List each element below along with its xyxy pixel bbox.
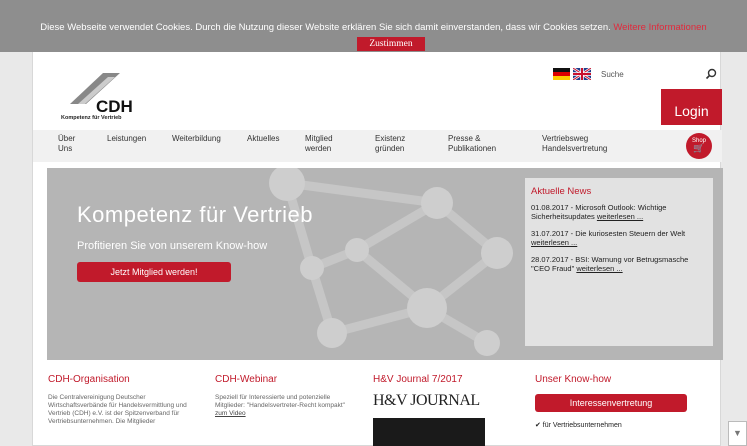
webinar-title[interactable]: CDH-Webinar (215, 374, 353, 385)
video-link[interactable]: zum Video (215, 410, 246, 417)
journal-logo[interactable]: H&V JOURNAL (373, 392, 513, 410)
page-container: CDH Kompetenz für Vertrieb Login ÜberUns… (32, 52, 723, 446)
cookie-banner: Diese Webseite verwendet Cookies. Durch … (0, 0, 747, 52)
search-icon[interactable] (705, 68, 717, 80)
journal-column: H&V Journal 7/2017 H&V JOURNAL (373, 374, 513, 446)
nav-item-presse[interactable]: Presse & Publikationen (448, 134, 496, 154)
read-more-link[interactable]: weiterlesen ... (576, 264, 622, 273)
hero-title: Kompetenz für Vertrieb (77, 202, 314, 227)
news-title: Aktuelle News (531, 186, 592, 197)
webinar-text: Speziell für Interessierte und potenziel… (215, 394, 353, 418)
main-nav: Über Uns Leistungen Weiterbildung Aktuell… (33, 130, 722, 162)
cookie-more-link[interactable]: Weitere Informationen (613, 22, 706, 33)
nav-item-existenz-gruenden[interactable]: Existenz gründen (375, 134, 405, 154)
german-flag-icon[interactable] (553, 68, 570, 80)
org-column: CDH-Organisation Die Centralvereinigung … (48, 374, 198, 426)
cart-icon: 🛒 (693, 143, 705, 153)
news-panel: Aktuelle News 01.08.2017 - Microsoft Out… (525, 178, 713, 346)
cookie-agree-button[interactable]: Zustimmen (357, 37, 425, 51)
read-more-link[interactable]: weiterlesen ... (597, 212, 643, 221)
nav-item-ueber-uns[interactable]: Über Uns (58, 134, 75, 154)
interessenvertretung-button[interactable]: Interessenvertretung (535, 394, 687, 412)
logo-text: CDH (96, 97, 133, 116)
nav-item-weiterbildung[interactable]: Weiterbildung (172, 134, 221, 144)
knowhow-column: Unser Know-how Interessenvertretung ✔ fü… (535, 374, 705, 429)
org-text: Die Centralvereinigung Deutscher Wirtsch… (48, 394, 187, 425)
cookie-text: Diese Webseite verwendet Cookies. Durch … (40, 22, 611, 33)
hero-banner: Kompetenz für Vertrieb Profitieren Sie v… (47, 168, 723, 360)
cookie-message: Diese Webseite verwendet Cookies. Durch … (0, 22, 747, 33)
news-item: 01.08.2017 - Microsoft Outlook: Wichtige… (531, 203, 707, 221)
org-title[interactable]: CDH-Organisation (48, 374, 198, 385)
search-input[interactable] (599, 67, 717, 82)
logo-tagline: Kompetenz für Vertrieb (61, 115, 122, 121)
read-more-link[interactable]: weiterlesen ... (531, 238, 577, 247)
shop-button[interactable]: Shop 🛒 (686, 133, 712, 159)
nav-item-handelsvertretung[interactable]: Vertriebsweg Handelsvertretung (542, 134, 607, 154)
news-text: 31.07.2017 - Die kuriosesten Steuern der… (531, 229, 686, 238)
join-button[interactable]: Jetzt Mitglied werden! (77, 262, 231, 282)
knowhow-title: Unser Know-how (535, 374, 612, 385)
nav-item-aktuelles[interactable]: Aktuelles (247, 134, 279, 144)
news-item: 28.07.2017 - BSI: Warnung vor Betrugsmas… (531, 255, 707, 273)
journal-title[interactable]: H&V Journal 7/2017 (373, 374, 513, 385)
nav-item-mitglied-werden[interactable]: Mitglied werden (305, 134, 333, 154)
login-button[interactable]: Login (661, 89, 722, 125)
journal-cover-image[interactable] (373, 418, 485, 446)
uk-flag-icon[interactable] (573, 68, 591, 80)
webinar-column: CDH-Webinar Speziell für Interessierte u… (215, 374, 353, 418)
knowhow-item[interactable]: ✔ für Vertriebsunternehmen (535, 421, 705, 429)
hero-subtitle: Profitieren Sie von unserem Know-how (77, 240, 268, 252)
scroll-down-icon[interactable]: ▼ (728, 421, 747, 446)
webinar-description: Speziell für Interessierte und potenziel… (215, 394, 345, 409)
news-item: 31.07.2017 - Die kuriosesten Steuern der… (531, 229, 707, 247)
nav-item-leistungen[interactable]: Leistungen (107, 134, 146, 144)
